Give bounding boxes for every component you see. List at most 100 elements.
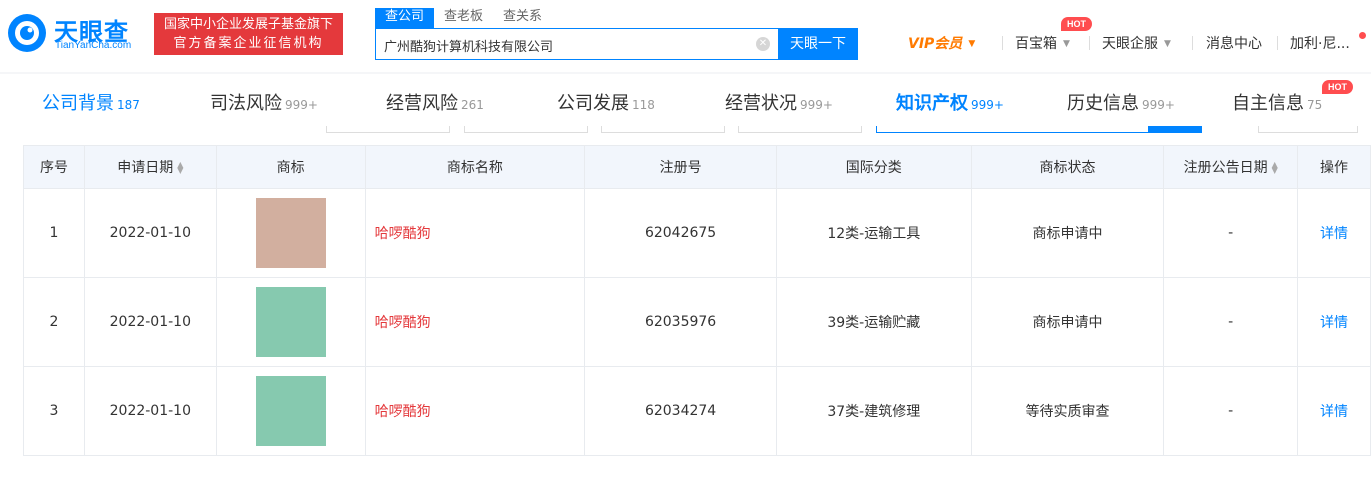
col-header-index: 序号 — [23, 145, 85, 189]
message-center-link[interactable]: 消息中心 — [1206, 33, 1262, 53]
tab-count: 187 — [117, 98, 140, 112]
divider — [1002, 36, 1003, 50]
tab-label: 知识产权 — [896, 93, 968, 114]
tab-count: 999+ — [1142, 98, 1175, 112]
caret-down-icon: ▼ — [1063, 39, 1070, 49]
cell-intl-class: 12类-运输工具 — [775, 188, 972, 278]
tab-operating-status[interactable]: 经营状况 999+ — [725, 89, 833, 115]
sort-icon[interactable]: ▲ ▼ — [177, 161, 183, 175]
tab-company-development[interactable]: 公司发展 118 — [557, 89, 655, 115]
cell-apply-date: 2022-01-10 — [83, 277, 217, 367]
top-header: 天眼查 TianYanCha.com 国家中小企业发展子基金旗下 官方备案企业征… — [0, 0, 1371, 72]
filter-dropdown[interactable] — [601, 126, 725, 133]
tab-count: 999+ — [285, 98, 318, 112]
cell-notice-date: - — [1163, 366, 1299, 456]
filter-dropdown[interactable] — [464, 126, 588, 133]
tab-boss[interactable]: 查老板 — [434, 8, 493, 28]
trademark-image[interactable] — [255, 376, 326, 446]
qifu-link[interactable]: 天眼企服 ▼ — [1102, 33, 1171, 53]
logo-subtext: TianYanCha.com — [55, 40, 132, 51]
tab-label: 司法风险 — [210, 93, 282, 114]
cell-mark — [215, 188, 366, 278]
tab-company-background[interactable]: 公司背景 187 — [42, 89, 140, 115]
detail-link[interactable]: 详情 — [1297, 277, 1371, 367]
tab-count: 118 — [632, 98, 655, 112]
detail-link[interactable]: 详情 — [1297, 188, 1371, 278]
cell-mark — [215, 277, 366, 367]
search-box: ✕ 天眼一下 — [375, 28, 858, 60]
cell-status: 商标申请中 — [970, 277, 1165, 367]
cell-intl-class: 37类-建筑修理 — [775, 366, 972, 456]
official-banner[interactable]: 国家中小企业发展子基金旗下 官方备案企业征信机构 — [154, 13, 343, 55]
tab-label: 经营状况 — [725, 93, 797, 114]
banner-line-1: 国家中小企业发展子基金旗下 — [163, 17, 333, 32]
cell-apply-date: 2022-01-10 — [83, 188, 217, 278]
cell-mark-name[interactable]: 哈啰酷狗 — [364, 188, 586, 278]
trademark-image[interactable] — [255, 198, 326, 268]
caret-down-icon: ▼ — [1164, 39, 1171, 49]
tab-count: 999+ — [800, 98, 833, 112]
col-header-status: 商标状态 — [970, 145, 1165, 189]
col-header-apply-date[interactable]: 申请日期 ▲ ▼ — [83, 145, 217, 189]
cell-mark-name[interactable]: 哈啰酷狗 — [364, 366, 586, 456]
vip-link[interactable]: VIP会员 ▼ — [908, 33, 975, 53]
tab-count: 999+ — [971, 98, 1004, 112]
cell-intl-class: 39类-运输贮藏 — [775, 277, 972, 367]
trademark-table: 序号 申请日期 ▲ ▼ 商标 商标名称 注册号 国际分类 商标状态 注册公告日期 ▲ ▼… — [23, 145, 1371, 456]
tab-label: 历史信息 — [1067, 93, 1139, 114]
caret-down-icon: ▼ — [968, 39, 976, 49]
header-label: 注册公告日期 — [1183, 160, 1268, 176]
divider — [1192, 36, 1193, 50]
cell-status: 等待实质审查 — [970, 366, 1165, 456]
tab-relation[interactable]: 查关系 — [493, 8, 552, 28]
tab-label: 公司背景 — [42, 93, 114, 114]
col-header-reg-no: 注册号 — [584, 145, 777, 189]
cell-index: 3 — [23, 366, 85, 456]
tab-label: 自主信息 — [1232, 93, 1304, 114]
qifu-label: 天眼企服 — [1102, 36, 1158, 52]
tab-operating-risk[interactable]: 经营风险 261 — [386, 89, 484, 115]
col-header-mark: 商标 — [215, 145, 366, 189]
logo[interactable]: 天眼查 TianYanCha.com — [6, 10, 146, 56]
table-header-row: 序号 申请日期 ▲ ▼ 商标 商标名称 注册号 国际分类 商标状态 注册公告日期 ▲ ▼… — [23, 145, 1371, 189]
tab-intellectual-property[interactable]: 知识产权 999+ — [896, 89, 1004, 115]
clear-icon[interactable]: ✕ — [756, 37, 770, 51]
cell-mark — [215, 366, 366, 456]
sort-icon[interactable]: ▲ ▼ — [1272, 161, 1278, 175]
tab-company[interactable]: 查公司 — [375, 8, 435, 28]
filter-dropdown[interactable] — [326, 126, 450, 133]
tab-label: 公司发展 — [557, 93, 629, 114]
cell-notice-date: - — [1163, 188, 1299, 278]
filter-dropdown[interactable] — [1258, 126, 1358, 133]
search-button[interactable]: 天眼一下 — [778, 28, 858, 60]
table-row: 2 2022-01-10 哈啰酷狗 62035976 39类-运输贮藏 商标申请中 - 详情 — [23, 277, 1371, 367]
divider — [1277, 36, 1278, 50]
cell-status: 商标申请中 — [970, 188, 1165, 278]
eye-logo-icon — [8, 14, 46, 52]
trademark-image[interactable] — [255, 287, 326, 357]
tab-self-info[interactable]: 自主信息 75 — [1232, 89, 1322, 115]
cell-reg-no: 62035976 — [584, 277, 777, 367]
col-header-mark-name: 商标名称 — [364, 145, 586, 189]
filter-search-button[interactable] — [1148, 126, 1202, 133]
tab-history-info[interactable]: 历史信息 999+ — [1067, 89, 1175, 115]
filter-dropdown[interactable] — [738, 126, 862, 133]
cell-apply-date: 2022-01-10 — [83, 366, 217, 456]
tab-label: 经营风险 — [386, 93, 458, 114]
detail-link[interactable]: 详情 — [1297, 366, 1371, 456]
baibao-link[interactable]: 百宝箱 ▼ — [1015, 33, 1070, 53]
cell-reg-no: 62042675 — [584, 188, 777, 278]
col-header-intl-class: 国际分类 — [775, 145, 972, 189]
search-input[interactable] — [382, 34, 746, 56]
cell-mark-name[interactable]: 哈啰酷狗 — [364, 277, 586, 367]
header-label: 申请日期 — [117, 160, 174, 176]
cell-index: 1 — [23, 188, 85, 278]
col-header-action: 操作 — [1297, 145, 1371, 189]
table-row: 1 2022-01-10 哈啰酷狗 62042675 12类-运输工具 商标申请中 - 详情 — [23, 188, 1371, 278]
tab-legal-risk[interactable]: 司法风险 999+ — [210, 89, 318, 115]
notification-dot — [1359, 32, 1366, 39]
banner-line-2: 官方备案企业征信机构 — [173, 36, 324, 51]
user-menu[interactable]: 加利·尼... — [1290, 33, 1350, 53]
baibao-label: 百宝箱 — [1015, 36, 1057, 52]
col-header-notice-date[interactable]: 注册公告日期 ▲ ▼ — [1163, 145, 1299, 189]
